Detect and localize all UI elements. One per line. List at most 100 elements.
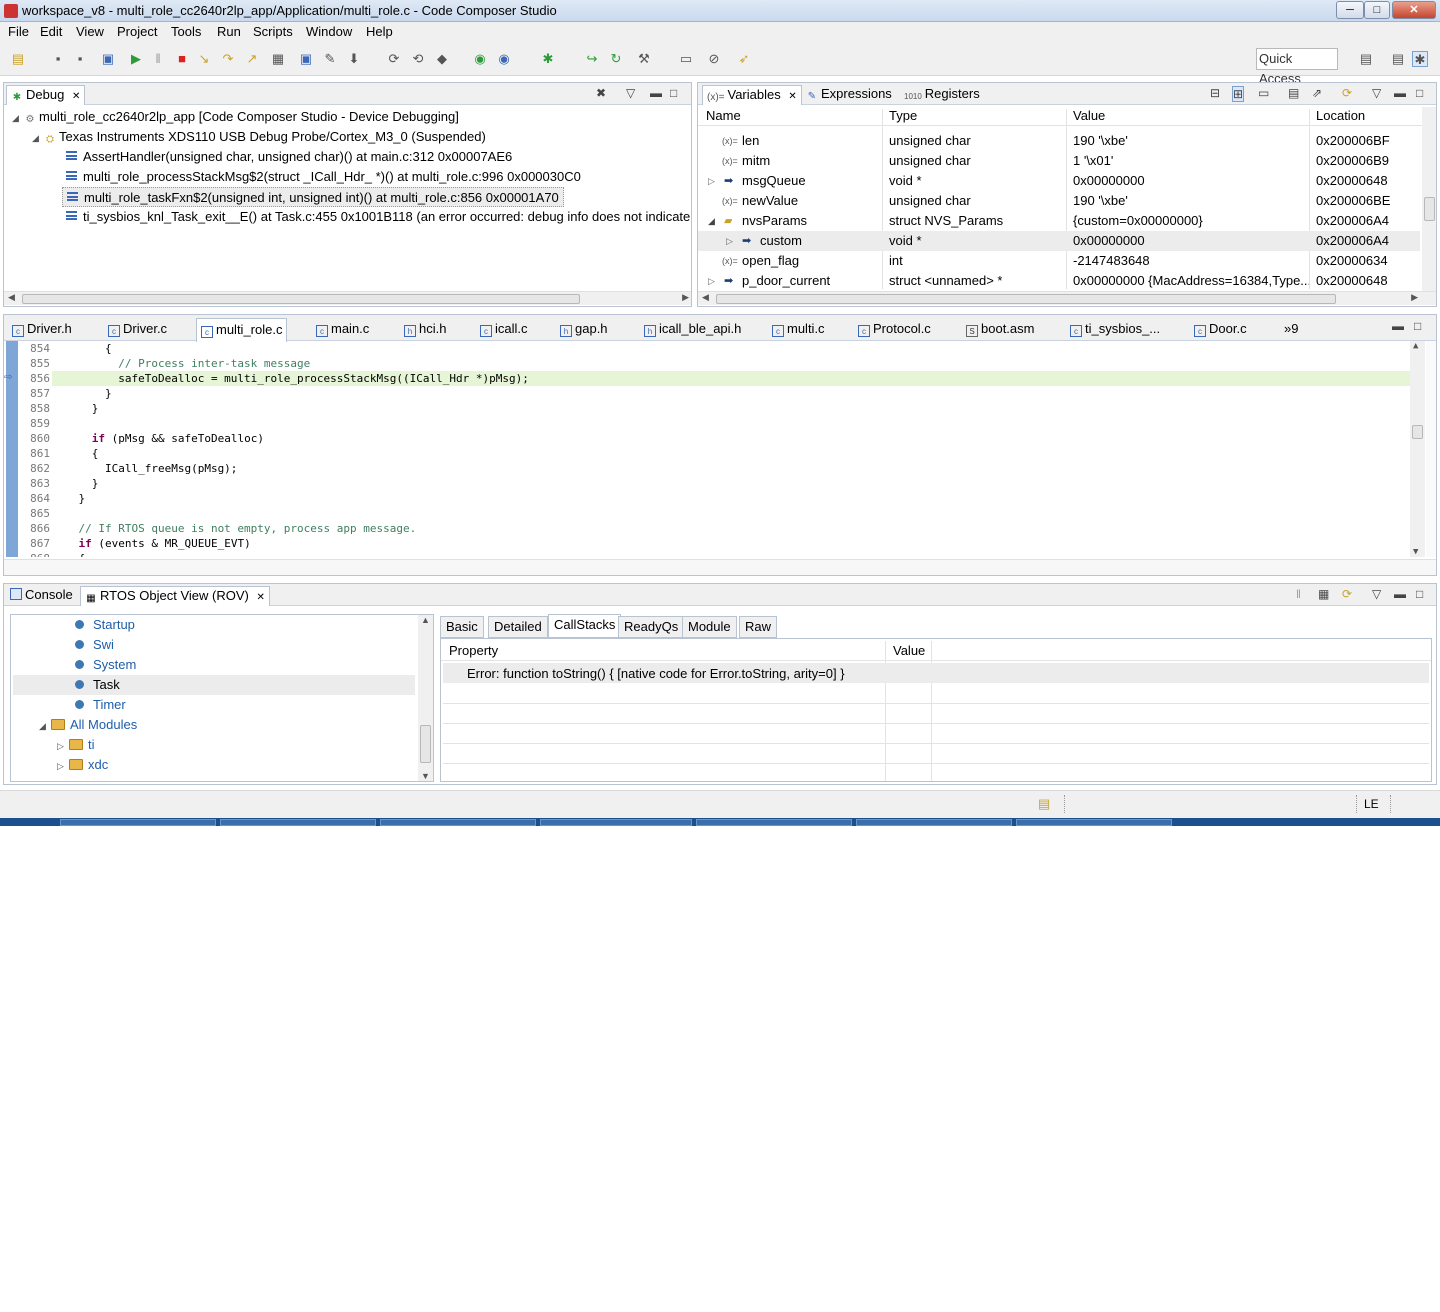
load-program-icon[interactable]: ⬇	[346, 51, 362, 67]
breakpoint-icon[interactable]: ✎	[322, 51, 338, 67]
debug-session-row[interactable]: ◢ ⚙ multi_role_cc2640r2lp_app [Code Compos…	[12, 107, 459, 127]
editor-tab[interactable]: h gap.h	[560, 320, 608, 340]
menu-scripts[interactable]: Scripts	[253, 24, 293, 39]
suspend-icon[interactable]: ‖	[150, 51, 166, 67]
menu-run[interactable]: Run	[217, 24, 241, 39]
scroll-up-icon[interactable]: ▲	[421, 615, 430, 625]
editor-tab-active[interactable]: c multi_role.c	[196, 318, 288, 342]
tree-item-ti[interactable]: ▷ ti	[57, 735, 95, 755]
maximize-view-icon[interactable]: □	[670, 86, 677, 100]
maximize-view-icon[interactable]: □	[1416, 587, 1423, 601]
tab-console[interactable]: Console	[10, 586, 73, 606]
tree-item-system[interactable]: System	[75, 655, 136, 675]
tree-item-swi[interactable]: Swi	[75, 635, 114, 655]
editor-tab[interactable]: c main.c	[316, 320, 369, 340]
new-icon[interactable]: ▤	[10, 51, 26, 67]
debug-target-row[interactable]: ◢ ⛭ Texas Instruments XDS110 USB Debug Pro…	[32, 127, 486, 147]
debug-perspective-icon[interactable]: ✱	[1412, 51, 1428, 67]
step-return-icon[interactable]: ↗	[244, 51, 260, 67]
status-tasks-icon[interactable]: ▤	[1038, 796, 1050, 812]
scroll-down-icon[interactable]: ▼	[1413, 547, 1418, 557]
menu-edit[interactable]: Edit	[40, 24, 62, 39]
code-line[interactable]: {	[52, 341, 112, 356]
tree-item-xdc[interactable]: ▷ xdc	[57, 755, 108, 775]
show-type-icon[interactable]: ⊞	[1232, 86, 1245, 102]
tab-expressions[interactable]: ✎ Expressions	[806, 85, 892, 105]
tab-variables[interactable]: (x)= Variables ✕	[702, 85, 802, 105]
code-line-current[interactable]: safeToDealloc = multi_role_processStackM…	[52, 371, 529, 386]
save-all-icon[interactable]: ▪	[72, 51, 88, 67]
tab-rov[interactable]: ▦ RTOS Object View (ROV) ✕	[80, 586, 270, 606]
taskbar-item[interactable]	[540, 819, 692, 826]
scroll-thumb[interactable]	[22, 294, 580, 304]
menu-window[interactable]: Window	[306, 24, 352, 39]
grid-icon[interactable]: ▦	[270, 51, 286, 67]
expand-icon[interactable]: ▷	[708, 271, 715, 291]
maximize-button[interactable]: □	[1364, 1, 1390, 19]
more-tabs-button[interactable]: »9	[1284, 320, 1298, 340]
variables-hscrollbar[interactable]: ◀ ▶	[698, 291, 1436, 305]
scroll-right-icon[interactable]: ▶	[682, 292, 689, 303]
view-tab-module[interactable]: Module	[682, 616, 737, 638]
step-into-icon[interactable]: ↘	[196, 51, 212, 67]
restart-icon[interactable]: ⟲	[410, 51, 426, 67]
editor-tab[interactable]: c Driver.c	[108, 320, 167, 340]
column-location[interactable]: Location	[1316, 106, 1365, 126]
minimize-button[interactable]: ─	[1336, 1, 1364, 19]
tree-item-task-selected[interactable]: Task	[13, 675, 415, 695]
terminate-icon[interactable]: ■	[174, 51, 190, 67]
menu-view[interactable]: View	[76, 24, 104, 39]
launch-icon[interactable]: ➶	[736, 51, 752, 67]
column-value[interactable]: Value	[893, 643, 925, 658]
view-menu-icon[interactable]: ▽	[1372, 587, 1381, 601]
next-icon[interactable]: ↪	[584, 51, 600, 67]
reset-icon[interactable]: ⟳	[386, 51, 402, 67]
window-icon[interactable]: ▭	[678, 51, 694, 67]
collapse-all-icon[interactable]: ⊟	[1210, 86, 1220, 100]
hammer-icon[interactable]: ⚒	[636, 51, 652, 67]
menu-help[interactable]: Help	[366, 24, 393, 39]
view-tab-basic[interactable]: Basic	[440, 616, 484, 638]
tab-registers[interactable]: 1010 Registers	[904, 85, 980, 105]
tree-item-timer[interactable]: Timer	[75, 695, 126, 715]
scroll-left-icon[interactable]: ◀	[8, 292, 15, 303]
editor-tab[interactable]: c Door.c	[1194, 320, 1247, 340]
maximize-view-icon[interactable]: □	[1414, 319, 1421, 333]
auto-refresh-icon[interactable]: ⟳	[1342, 587, 1352, 601]
code-line[interactable]: {	[52, 551, 85, 557]
bug-icon[interactable]: ✱	[540, 51, 556, 67]
column-property[interactable]: Property	[449, 643, 498, 658]
expand-icon[interactable]: ▷	[57, 736, 69, 756]
view-tab-detailed[interactable]: Detailed	[488, 616, 548, 638]
error-row[interactable]: Error: function toString() { [native cod…	[443, 663, 1429, 683]
minimize-view-icon[interactable]: ▬	[650, 86, 662, 100]
editor-tab[interactable]: c icall.c	[480, 320, 528, 340]
minimize-view-icon[interactable]: ▬	[1394, 587, 1406, 601]
tree-item-startup[interactable]: Startup	[75, 615, 135, 635]
view-menu-icon[interactable]: ▽	[1372, 86, 1381, 100]
run-icon[interactable]: ◉	[472, 51, 488, 67]
expand-icon[interactable]: ◢	[12, 108, 24, 128]
scroll-left-icon[interactable]: ◀	[702, 292, 709, 303]
scroll-up-icon[interactable]: ▲	[1413, 341, 1418, 351]
stack-frame-row[interactable]: AssertHandler(unsigned char, unsigned ch…	[66, 147, 512, 167]
editor-tab[interactable]: h icall_ble_api.h	[644, 320, 741, 340]
taskbar-item[interactable]	[696, 819, 852, 826]
editor-tab[interactable]: c multi.c	[772, 320, 825, 340]
close-tab-icon[interactable]: ✕	[72, 91, 80, 102]
taskbar-item[interactable]	[380, 819, 536, 826]
open-perspective-icon[interactable]: ▤	[1358, 51, 1374, 67]
code-line[interactable]: }	[52, 491, 85, 506]
code-line-keyword[interactable]: if (pMsg && safeToDealloc)	[52, 431, 264, 446]
add-watch-icon[interactable]: ▤	[1288, 86, 1299, 100]
code-line[interactable]: }	[52, 401, 99, 416]
minimize-view-icon[interactable]: ▬	[1394, 86, 1406, 100]
code-line[interactable]: ICall_freeMsg(pMsg);	[52, 461, 237, 476]
taskbar-item[interactable]	[856, 819, 1012, 826]
ccs-edit-perspective-icon[interactable]: ▤	[1390, 51, 1406, 67]
scroll-thumb[interactable]	[716, 294, 1336, 304]
scroll-thumb[interactable]	[1412, 425, 1423, 439]
column-value[interactable]: Value	[1073, 106, 1105, 126]
stack-frame-row[interactable]: ti_sysbios_knl_Task_exit__E() at Task.c:…	[66, 207, 690, 227]
expand-icon[interactable]: ▷	[708, 171, 715, 191]
